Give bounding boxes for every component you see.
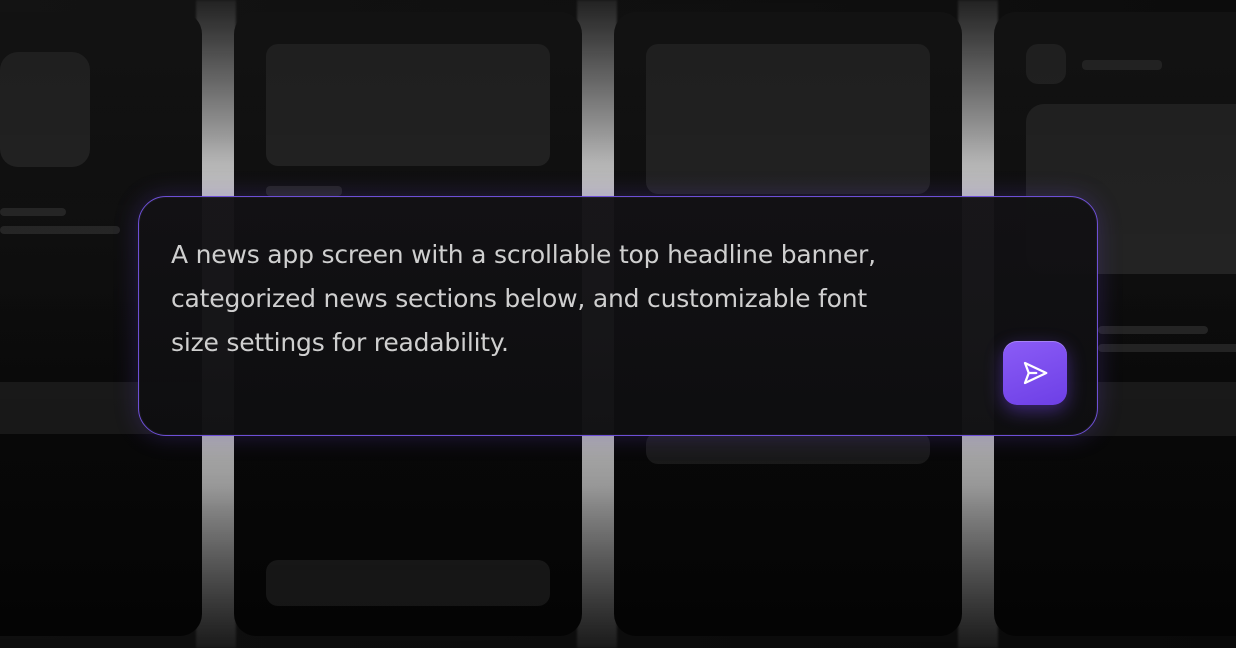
placeholder-avatar bbox=[1026, 44, 1066, 84]
prompt-card[interactable]: A news app screen with a scrollable top … bbox=[138, 196, 1098, 436]
placeholder-card bbox=[266, 44, 550, 166]
prompt-text[interactable]: A news app screen with a scrollable top … bbox=[171, 233, 1031, 365]
placeholder-line bbox=[0, 208, 66, 216]
placeholder-card bbox=[646, 44, 930, 194]
placeholder-line bbox=[0, 226, 120, 234]
placeholder-line bbox=[1082, 60, 1162, 70]
placeholder-card bbox=[266, 560, 550, 606]
placeholder-line bbox=[1098, 326, 1208, 334]
placeholder-card bbox=[646, 432, 930, 464]
placeholder-line bbox=[266, 186, 342, 196]
placeholder-line bbox=[1098, 344, 1236, 352]
send-icon bbox=[1020, 358, 1050, 388]
placeholder-card bbox=[0, 52, 90, 167]
send-button[interactable] bbox=[1003, 341, 1067, 405]
background-canvas: A news app screen with a scrollable top … bbox=[0, 0, 1236, 648]
